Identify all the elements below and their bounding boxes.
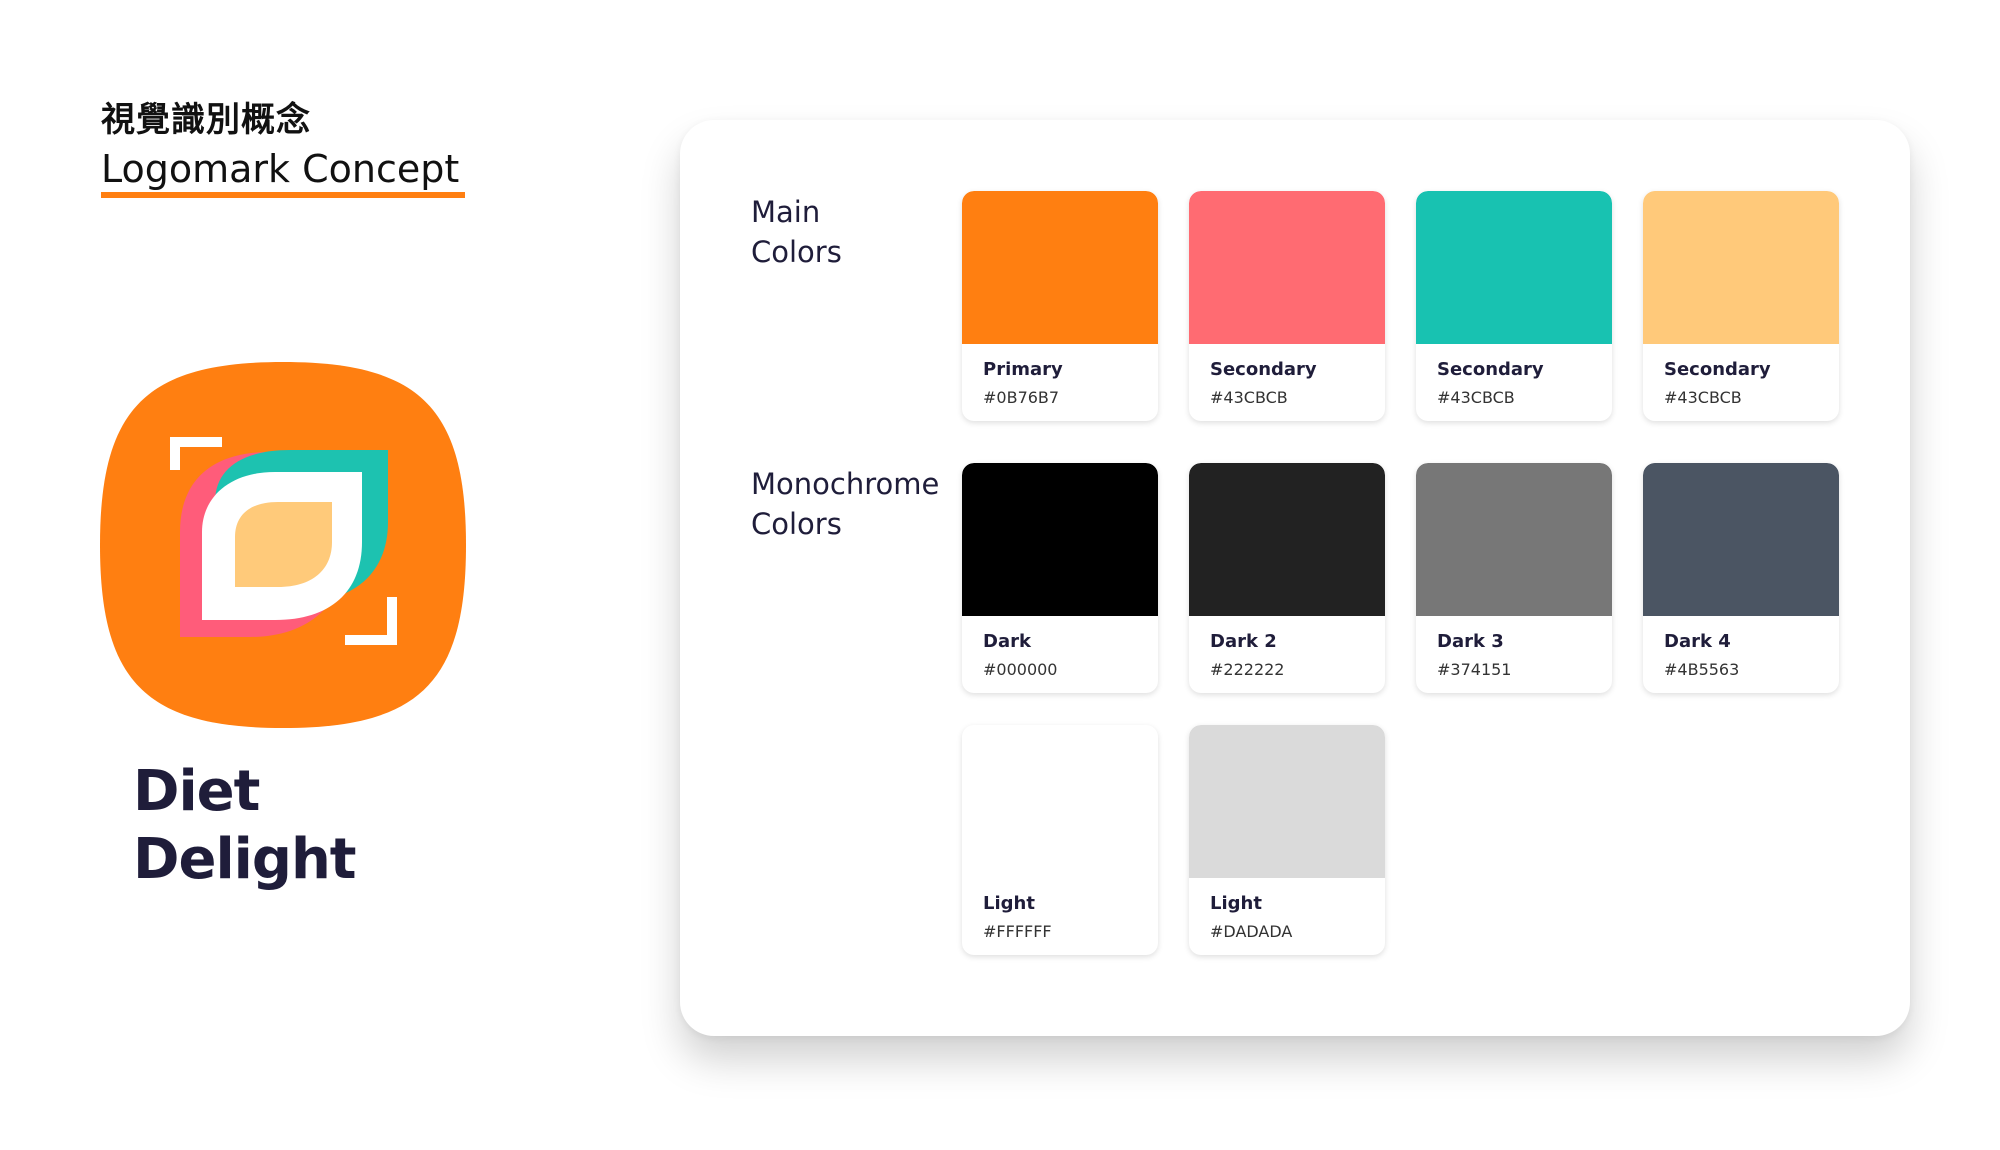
swatch-name: Secondary bbox=[1664, 359, 1771, 380]
swatch-chip bbox=[1189, 725, 1385, 878]
monochrome-colors-label-line1: Monochrome bbox=[751, 467, 940, 501]
swatch-chip bbox=[1643, 191, 1839, 344]
swatch-name: Light bbox=[1210, 893, 1262, 914]
swatch-mono-1: Dark #000000 bbox=[962, 463, 1158, 693]
swatch-name: Light bbox=[983, 893, 1035, 914]
swatch-name: Dark 3 bbox=[1437, 631, 1504, 652]
monochrome-colors-label-line2: Colors bbox=[751, 507, 842, 541]
main-colors-label-line2: Colors bbox=[751, 235, 842, 269]
swatch-name: Secondary bbox=[1437, 359, 1544, 380]
swatch-mono-3: Dark 3 #374151 bbox=[1416, 463, 1612, 693]
monochrome-colors-label: Monochrome Colors bbox=[751, 464, 939, 544]
color-palette-card: Main Colors Monochrome Colors Primary #0… bbox=[680, 120, 1910, 1036]
swatch-hex: #222222 bbox=[1210, 660, 1285, 679]
swatch-mono-5: Light #FFFFFF bbox=[962, 725, 1158, 955]
brand-name-line2: Delight bbox=[133, 827, 357, 892]
swatch-mono-2: Dark 2 #222222 bbox=[1189, 463, 1385, 693]
swatch-chip bbox=[962, 463, 1158, 616]
swatch-name: Dark 4 bbox=[1664, 631, 1731, 652]
swatch-hex: #FFFFFF bbox=[983, 922, 1052, 941]
swatch-main-1: Primary #0B76B7 bbox=[962, 191, 1158, 421]
swatch-hex: #000000 bbox=[983, 660, 1058, 679]
swatch-hex: #DADADA bbox=[1210, 922, 1293, 941]
swatch-hex: #374151 bbox=[1437, 660, 1512, 679]
brand-name: Diet Delight bbox=[133, 758, 357, 894]
swatch-name: Dark bbox=[983, 631, 1031, 652]
swatch-chip bbox=[1416, 191, 1612, 344]
swatch-chip bbox=[1189, 191, 1385, 344]
swatch-main-4: Secondary #43CBCB bbox=[1643, 191, 1839, 421]
title-chinese: 視覺識別概念 bbox=[101, 100, 311, 140]
swatch-name: Primary bbox=[983, 359, 1063, 380]
main-colors-label: Main Colors bbox=[751, 192, 842, 272]
swatch-main-3: Secondary #43CBCB bbox=[1416, 191, 1612, 421]
swatch-chip bbox=[962, 191, 1158, 344]
leaf-inner-shape bbox=[235, 502, 332, 587]
swatch-main-2: Secondary #43CBCB bbox=[1189, 191, 1385, 421]
main-colors-label-line1: Main bbox=[751, 195, 821, 229]
swatch-hex: #0B76B7 bbox=[983, 388, 1060, 407]
swatch-name: Dark 2 bbox=[1210, 631, 1277, 652]
swatch-hex: #43CBCB bbox=[1210, 388, 1288, 407]
swatch-hex: #43CBCB bbox=[1437, 388, 1515, 407]
swatch-mono-6: Light #DADADA bbox=[1189, 725, 1385, 955]
swatch-name: Secondary bbox=[1210, 359, 1317, 380]
swatch-mono-4: Dark 4 #4B5563 bbox=[1643, 463, 1839, 693]
diet-delight-logo-icon bbox=[100, 362, 466, 728]
swatch-hex: #43CBCB bbox=[1664, 388, 1742, 407]
swatch-hex: #4B5563 bbox=[1664, 660, 1740, 679]
title-logomark-concept: Logomark Concept bbox=[101, 146, 466, 198]
swatch-chip bbox=[1643, 463, 1839, 616]
swatch-chip bbox=[1416, 463, 1612, 616]
brand-name-line1: Diet bbox=[133, 759, 260, 824]
swatch-chip bbox=[962, 725, 1158, 878]
swatch-chip bbox=[1189, 463, 1385, 616]
